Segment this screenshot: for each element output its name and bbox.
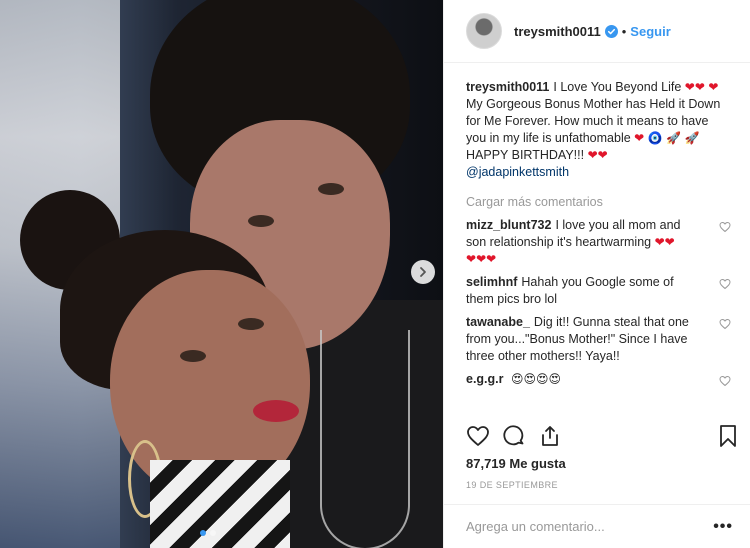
photo-eye [180, 350, 206, 362]
comment-item: mizz_blunt732 I love you all mom and son … [466, 217, 731, 268]
heart-emoji: ❤ [587, 148, 598, 162]
heart-eyes-emoji: 😍 [511, 372, 524, 386]
caption-text: I Love You Beyond Life [553, 80, 682, 94]
heart-emoji: ❤ [476, 252, 487, 266]
post-header: treysmith0011 • Seguir [444, 0, 750, 63]
post-caption: treysmith0011 I Love You Beyond Life ❤❤ ❤… [466, 79, 731, 181]
caption-text: HAPPY BIRTHDAY!!! [466, 148, 585, 162]
comment-item: e.g.g.r 😍😍😍😍 [466, 371, 731, 388]
comment-bubble-icon[interactable] [502, 424, 526, 448]
comment-username[interactable]: tawanabe_ [466, 315, 530, 329]
follow-button[interactable]: Seguir [630, 24, 670, 39]
carousel-dot-active [200, 530, 206, 536]
heart-emoji: ❤ [654, 235, 665, 249]
likes-count[interactable]: 87,719 Me gusta [466, 456, 566, 471]
post-photo[interactable] [0, 0, 443, 548]
heart-eyes-emoji: 😍 [548, 372, 562, 386]
avatar[interactable] [466, 13, 502, 49]
carousel-dots [200, 530, 216, 536]
heart-eyes-emoji: 😍 [523, 372, 537, 386]
comment-username[interactable]: mizz_blunt732 [466, 218, 551, 232]
caption-username[interactable]: treysmith0011 [466, 80, 549, 94]
heart-emoji: ❤ [664, 235, 675, 249]
carousel-next-button[interactable] [411, 260, 435, 284]
rocket-emoji: 🚀 [684, 131, 700, 145]
comment-item: selimhnf Hahah you Google some of them pi… [466, 274, 731, 308]
heart-eyes-emoji: 😍 [536, 372, 549, 386]
comments-list: treysmith0011 I Love You Beyond Life ❤❤ ❤… [444, 63, 750, 421]
comment-input[interactable] [466, 519, 696, 534]
load-more-comments-button[interactable]: Cargar más comentarios [466, 195, 731, 209]
bookmark-icon[interactable] [716, 424, 740, 448]
post-date: 19 DE SEPTIEMBRE [466, 480, 558, 490]
rocket-emoji: 🚀 [666, 131, 682, 145]
post-actions [466, 424, 738, 450]
author-username[interactable]: treysmith0011 [514, 24, 601, 39]
heart-emoji: ❤ [708, 80, 719, 94]
heart-emoji: ❤ [466, 252, 477, 266]
chevron-right-icon [420, 267, 426, 277]
comment-username[interactable]: selimhnf [466, 275, 517, 289]
comment-item: tawanabe_ Dig it!! Gunna steal that one f… [466, 314, 731, 365]
comment-like-icon[interactable] [719, 375, 731, 387]
add-comment-bar: ••• [444, 504, 750, 548]
caption-mention[interactable]: @jadapinkettsmith [466, 165, 569, 179]
more-options-button[interactable]: ••• [713, 518, 733, 535]
comment-like-icon[interactable] [719, 221, 731, 233]
carousel-dot [210, 530, 216, 536]
heart-emoji: ❤ [486, 252, 497, 266]
heart-emoji: ❤ [634, 131, 645, 145]
evil-eye-emoji: 🧿 [647, 131, 663, 145]
post-side-panel: treysmith0011 • Seguir treysmith0011 I Lo… [443, 0, 750, 548]
heart-emoji: ❤ [597, 148, 608, 162]
photo-lips [253, 400, 299, 422]
photo-eye [238, 318, 264, 330]
share-icon[interactable] [538, 424, 562, 448]
heart-emoji: ❤ [694, 80, 705, 94]
photo-eye [248, 215, 274, 227]
photo-striped-top [150, 460, 290, 548]
photo-eye [318, 183, 344, 195]
caption-text: My Gorgeous Bonus Mother has Held it Dow… [466, 97, 721, 145]
verified-badge-icon [604, 24, 618, 38]
heart-emoji: ❤ [684, 80, 695, 94]
comment-like-icon[interactable] [719, 278, 731, 290]
photo-necklace [320, 330, 410, 548]
like-heart-icon[interactable] [466, 424, 490, 448]
comment-username[interactable]: e.g.g.r [466, 372, 504, 386]
comment-like-icon[interactable] [719, 318, 731, 330]
header-separator: • [621, 23, 627, 39]
